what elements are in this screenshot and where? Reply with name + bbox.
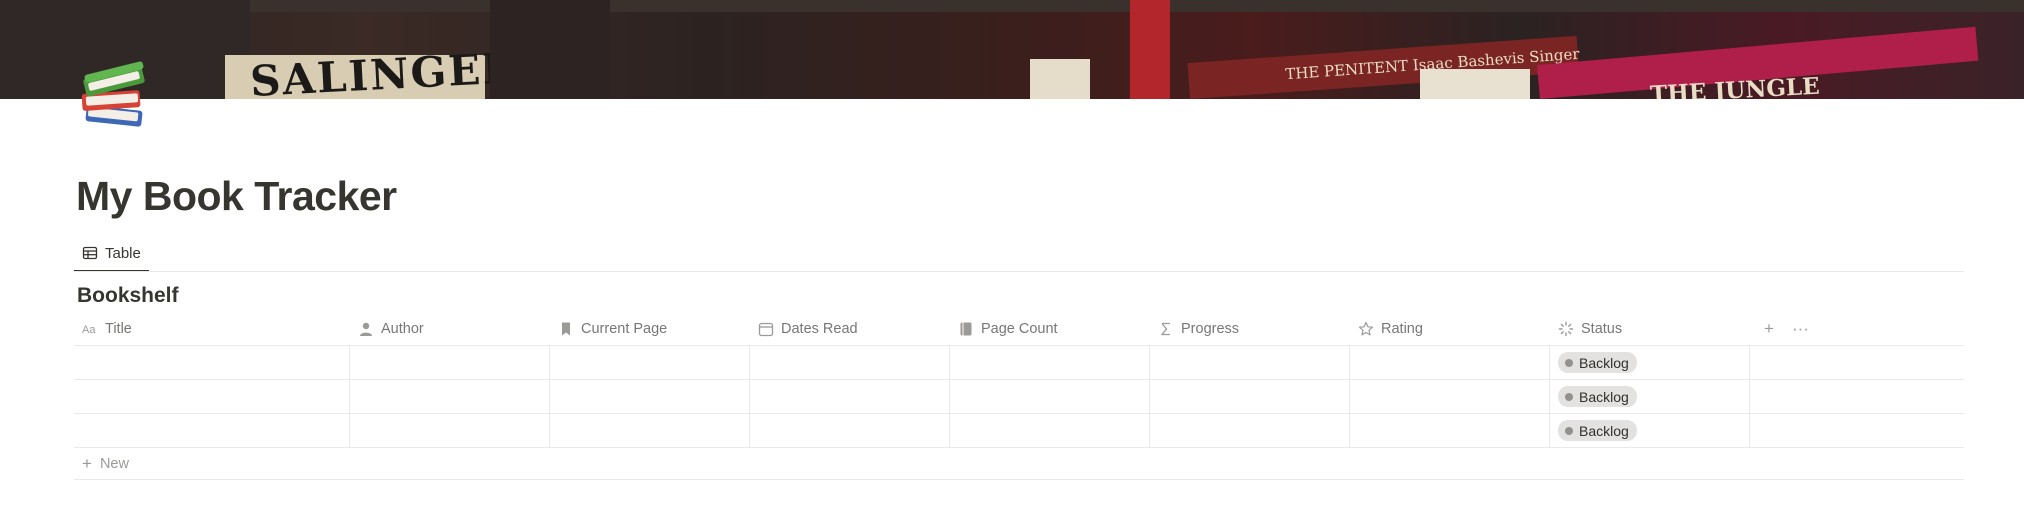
table-row[interactable]: Backlog (74, 346, 1964, 380)
cell-status[interactable]: Backlog (1550, 346, 1750, 379)
new-row-label: New (99, 455, 129, 472)
database-table: Aa Title Author Current Page Dates Read … (74, 312, 1964, 480)
cell-title[interactable] (74, 346, 350, 379)
cell-page-count[interactable] (950, 346, 1150, 379)
add-column-icon[interactable]: + (1764, 320, 1774, 337)
cell-dates-read[interactable] (750, 380, 950, 413)
database-title[interactable]: Bookshelf (77, 284, 179, 308)
cell-progress[interactable] (1150, 414, 1350, 447)
column-header-progress[interactable]: Progress (1150, 312, 1350, 345)
cell-author[interactable] (350, 414, 550, 447)
more-options-icon[interactable]: ··· (1792, 320, 1809, 337)
cell-rating[interactable] (1350, 414, 1550, 447)
table-row[interactable]: Backlog (74, 380, 1964, 414)
column-header-title[interactable]: Aa Title (74, 312, 350, 345)
cell-status[interactable]: Backlog (1550, 414, 1750, 447)
status-badge: Backlog (1558, 420, 1637, 441)
calendar-icon (758, 321, 774, 337)
star-icon (1358, 321, 1374, 337)
cell-filler (1750, 380, 1964, 413)
sigma-icon (1158, 321, 1174, 337)
status-badge: Backlog (1558, 386, 1637, 407)
new-row-button[interactable]: + New (74, 448, 1964, 480)
status-dot (1565, 426, 1573, 435)
cell-current-page[interactable] (550, 414, 750, 447)
person-icon (358, 321, 374, 337)
cell-progress[interactable] (1150, 380, 1350, 413)
book-icon (958, 321, 974, 337)
svg-text:Aa: Aa (82, 324, 96, 336)
cell-current-page[interactable] (550, 380, 750, 413)
status-dot (1565, 358, 1573, 367)
column-header-status[interactable]: Status (1550, 312, 1750, 345)
cell-page-count[interactable] (950, 380, 1150, 413)
books-icon[interactable] (78, 58, 154, 132)
column-header-label: Title (105, 320, 132, 337)
cell-filler (1750, 414, 1964, 447)
table-header: Aa Title Author Current Page Dates Read … (74, 312, 1964, 346)
column-header-rating[interactable]: Rating (1350, 312, 1550, 345)
cell-title[interactable] (74, 380, 350, 413)
page-title[interactable]: My Book Tracker (76, 173, 397, 220)
column-header-label: Page Count (981, 320, 1058, 337)
tab-table[interactable]: Table (74, 236, 149, 272)
column-header-current-page[interactable]: Current Page (550, 312, 750, 345)
table-icon (82, 245, 98, 261)
cell-author[interactable] (350, 380, 550, 413)
cell-dates-read[interactable] (750, 414, 950, 447)
tabs-divider (74, 271, 1964, 272)
view-tabs: Table (74, 236, 149, 272)
cell-current-page[interactable] (550, 346, 750, 379)
column-header-author[interactable]: Author (350, 312, 550, 345)
cell-title[interactable] (74, 414, 350, 447)
column-header-page-count[interactable]: Page Count (950, 312, 1150, 345)
text-type-icon: Aa (82, 321, 98, 337)
header-actions: + ··· (1750, 312, 1964, 345)
column-header-label: Dates Read (781, 320, 858, 337)
column-header-label: Status (1581, 320, 1623, 337)
column-header-label: Current Page (581, 320, 668, 337)
table-row[interactable]: Backlog (74, 414, 1964, 448)
column-header-label: Author (381, 320, 424, 337)
tab-table-label: Table (105, 244, 141, 262)
status-icon (1558, 321, 1574, 337)
status-label: Backlog (1579, 422, 1629, 439)
cell-filler (1750, 346, 1964, 379)
cell-rating[interactable] (1350, 346, 1550, 379)
cell-progress[interactable] (1150, 346, 1350, 379)
cell-dates-read[interactable] (750, 346, 950, 379)
status-dot (1565, 392, 1573, 401)
cell-rating[interactable] (1350, 380, 1550, 413)
status-badge: Backlog (1558, 352, 1637, 373)
cell-author[interactable] (350, 346, 550, 379)
page-cover[interactable]: SALINGER THE PENITENT Isaac Bashevis Sin… (0, 0, 2024, 99)
plus-icon: + (82, 454, 92, 473)
status-label: Backlog (1579, 388, 1629, 405)
column-header-label: Rating (1381, 320, 1423, 337)
cell-status[interactable]: Backlog (1550, 380, 1750, 413)
cell-page-count[interactable] (950, 414, 1150, 447)
bookmark-icon (558, 321, 574, 337)
cover-spine-salinger: SALINGER (248, 42, 521, 99)
column-header-dates-read[interactable]: Dates Read (750, 312, 950, 345)
column-header-label: Progress (1181, 320, 1240, 337)
status-label: Backlog (1579, 354, 1629, 371)
